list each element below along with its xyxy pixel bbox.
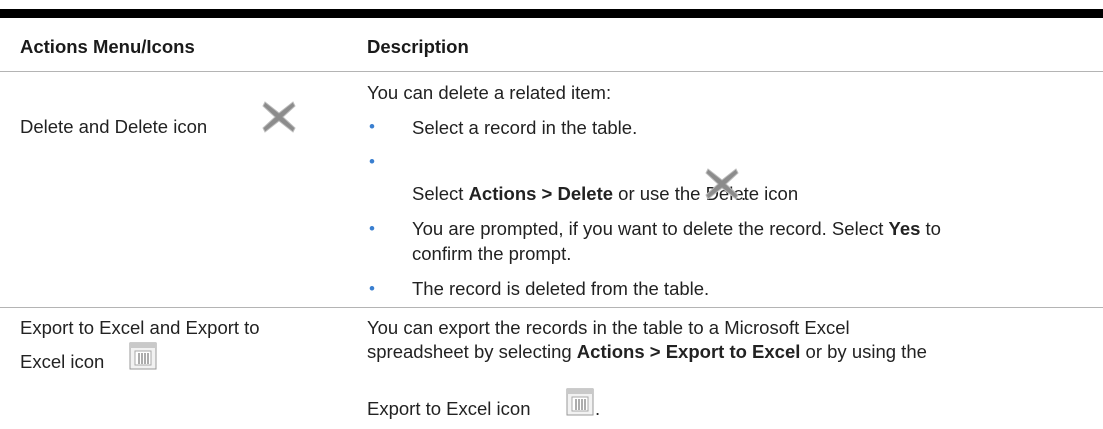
column-header-description: Description <box>367 36 469 57</box>
column-header-actions: Actions Menu/Icons <box>20 36 195 57</box>
delete-step-3-line2: confirm the prompt. <box>412 243 572 264</box>
delete-action-label: Delete and Delete icon <box>20 116 208 137</box>
export-desc-menu-path: Actions > Export to Excel <box>576 341 801 362</box>
header-divider <box>0 71 1103 72</box>
excel-spreadsheet-icon <box>566 388 594 416</box>
delete-step-1: Select a record in the table. <box>412 117 638 138</box>
bullet-dot: • <box>369 219 375 238</box>
delete-intro-text: You can delete a related item: <box>367 82 612 103</box>
export-action-label-line1: Export to Excel and Export to <box>20 317 260 338</box>
delete-step-3: You are prompted, if you want to delete … <box>412 218 941 240</box>
delete-step-3-pre: You are prompted, if you want to delete … <box>412 218 884 239</box>
bullet-dot: • <box>369 279 375 298</box>
delete-step-4: The record is deleted from the table. <box>412 278 710 299</box>
delete-step-2-pre: Select <box>412 183 469 204</box>
delete-step-3-yes: Yes <box>888 218 921 239</box>
delete-step-2-end: . <box>741 183 747 204</box>
export-desc-line2-pre: spreadsheet by selecting <box>367 341 577 362</box>
delete-x-icon <box>704 167 740 201</box>
delete-x-icon <box>261 100 297 134</box>
delete-step-3-post: to <box>920 218 941 239</box>
bullet-dot: • <box>369 117 375 136</box>
excel-spreadsheet-icon <box>129 342 157 370</box>
export-action-label-line2: Excel icon <box>20 351 105 372</box>
export-desc-line2: spreadsheet by selecting Actions > Expor… <box>367 341 927 363</box>
export-desc-line2-post: or by using the <box>800 341 927 362</box>
delete-step-2-menu-path: Actions > Delete <box>468 183 614 204</box>
export-desc-line3: Export to Excel icon <box>367 398 531 419</box>
export-desc-line1: You can export the records in the table … <box>367 317 850 338</box>
bullet-dot: • <box>369 152 375 171</box>
export-desc-line3-end: . <box>595 398 601 419</box>
table-top-rule <box>0 9 1103 18</box>
row-divider <box>0 307 1103 308</box>
